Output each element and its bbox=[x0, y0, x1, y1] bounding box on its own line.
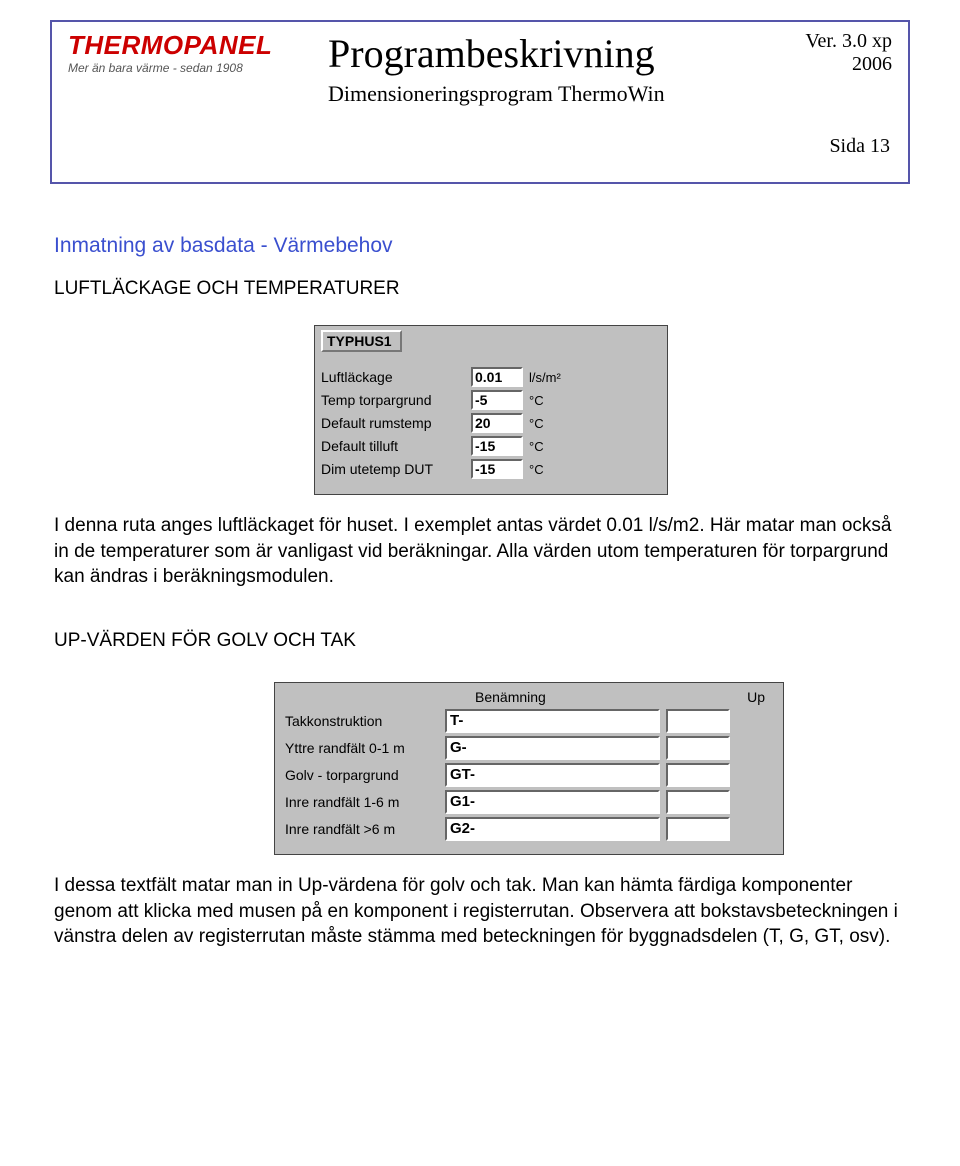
benamning-field[interactable]: GT- bbox=[445, 763, 660, 787]
form-upvarden: Benämning Up Takkonstruktion T- Yttre ra… bbox=[274, 682, 784, 855]
version-line: Ver. 3.0 xp bbox=[772, 30, 892, 53]
up-field[interactable] bbox=[666, 763, 730, 787]
year: 2006 bbox=[772, 53, 892, 76]
form-row: Dim utetemp DUT -15 °C bbox=[321, 459, 661, 479]
benamning-field[interactable]: T- bbox=[445, 709, 660, 733]
logo-block: THERMOPANEL Mer än bara värme - sedan 19… bbox=[68, 30, 328, 75]
form2-row: Yttre randfält 0-1 m G- bbox=[285, 736, 775, 760]
field-label: Default tilluft bbox=[321, 438, 471, 454]
form-row: Luftläckage 0.01 l/s/m² bbox=[321, 367, 661, 387]
form-row: Default rumstemp 20 °C bbox=[321, 413, 661, 433]
field-unit: °C bbox=[529, 439, 544, 454]
field-label: Default rumstemp bbox=[321, 415, 471, 431]
section-subhead: UP-VÄRDEN FÖR GOLV OCH TAK bbox=[54, 630, 906, 652]
form-luftlackage: TYPHUS1 Luftläckage 0.01 l/s/m² Temp tor… bbox=[314, 325, 668, 495]
paragraph: I denna ruta anges luftläckaget för huse… bbox=[54, 513, 906, 590]
benamning-field[interactable]: G2- bbox=[445, 817, 660, 841]
field-label: Dim utetemp DUT bbox=[321, 461, 471, 477]
row-label: Golv - torpargrund bbox=[285, 767, 445, 783]
field-label: Temp torpargrund bbox=[321, 392, 471, 408]
logo-text: THERMOPANEL bbox=[68, 30, 328, 61]
version-block: Ver. 3.0 xp 2006 bbox=[772, 30, 892, 76]
field-value[interactable]: -15 bbox=[471, 459, 523, 479]
field-label: Luftläckage bbox=[321, 369, 471, 385]
row-label: Takkonstruktion bbox=[285, 713, 445, 729]
form2-row: Takkonstruktion T- bbox=[285, 709, 775, 733]
col-benamning: Benämning bbox=[445, 689, 680, 705]
logo-tagline: Mer än bara värme - sedan 1908 bbox=[68, 61, 328, 75]
up-field[interactable] bbox=[666, 817, 730, 841]
form-row: Default tilluft -15 °C bbox=[321, 436, 661, 456]
form2-row: Inre randfält >6 m G2- bbox=[285, 817, 775, 841]
row-label: Inre randfält >6 m bbox=[285, 821, 445, 837]
field-unit: °C bbox=[529, 462, 544, 477]
field-value[interactable]: 0.01 bbox=[471, 367, 523, 387]
up-field[interactable] bbox=[666, 709, 730, 733]
field-unit: °C bbox=[529, 416, 544, 431]
form-row: Temp torpargrund -5 °C bbox=[321, 390, 661, 410]
field-value[interactable]: -5 bbox=[471, 390, 523, 410]
up-field[interactable] bbox=[666, 790, 730, 814]
field-unit: l/s/m² bbox=[529, 370, 561, 385]
row-label: Yttre randfält 0-1 m bbox=[285, 740, 445, 756]
up-field[interactable] bbox=[666, 736, 730, 760]
col-up: Up bbox=[680, 689, 775, 705]
section-heading: Inmatning av basdata - Värmebehov bbox=[54, 234, 906, 258]
paragraph: I dessa textfält matar man in Up-värdena… bbox=[54, 873, 906, 950]
doc-title: Programbeskrivning bbox=[328, 30, 772, 77]
benamning-field[interactable]: G- bbox=[445, 736, 660, 760]
doc-subtitle: Dimensioneringsprogram ThermoWin bbox=[328, 81, 772, 107]
section-subhead: LUFTLÄCKAGE OCH TEMPERATURER bbox=[54, 278, 906, 300]
typhus-field[interactable]: TYPHUS1 bbox=[321, 330, 402, 352]
page-number: Sida 13 bbox=[68, 135, 890, 158]
form2-header: Benämning Up bbox=[285, 689, 775, 705]
title-block: Programbeskrivning Dimensioneringsprogra… bbox=[328, 30, 772, 107]
form2-row: Inre randfält 1-6 m G1- bbox=[285, 790, 775, 814]
field-value[interactable]: -15 bbox=[471, 436, 523, 456]
benamning-field[interactable]: G1- bbox=[445, 790, 660, 814]
form2-row: Golv - torpargrund GT- bbox=[285, 763, 775, 787]
row-label: Inre randfält 1-6 m bbox=[285, 794, 445, 810]
header-box: THERMOPANEL Mer än bara värme - sedan 19… bbox=[50, 20, 910, 184]
field-unit: °C bbox=[529, 393, 544, 408]
field-value[interactable]: 20 bbox=[471, 413, 523, 433]
